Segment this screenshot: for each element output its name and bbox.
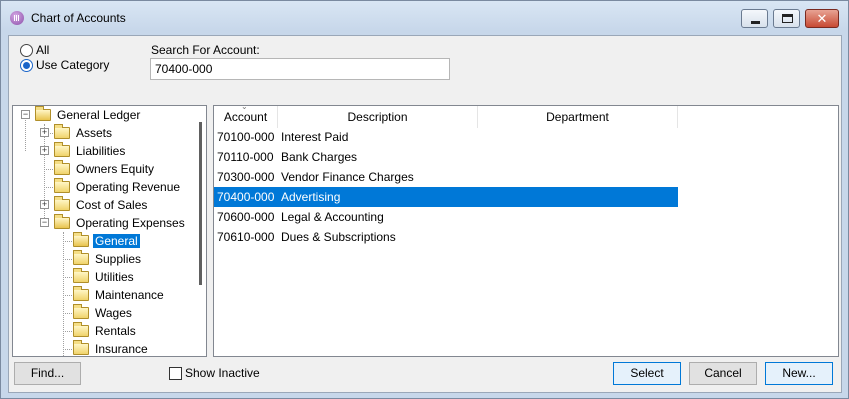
folder-icon bbox=[73, 304, 89, 319]
column-header-account[interactable]: ⌄ Account bbox=[214, 106, 278, 128]
cell-description: Dues & Subscriptions bbox=[281, 230, 396, 244]
tree-item-utilities[interactable]: Utilities bbox=[73, 268, 136, 286]
show-inactive-box[interactable] bbox=[169, 366, 182, 380]
tree-item-label: Operating Revenue bbox=[76, 180, 181, 194]
cell-account: 70300-000 bbox=[217, 170, 275, 184]
tree-item-supplies[interactable]: Supplies bbox=[73, 250, 143, 268]
show-inactive-checkbox[interactable]: Show Inactive bbox=[169, 366, 260, 380]
cancel-button[interactable]: Cancel bbox=[689, 362, 757, 385]
new-button[interactable]: New... bbox=[765, 362, 833, 385]
collapse-operating-expenses-icon[interactable]: − bbox=[40, 218, 49, 227]
tree-item-general[interactable]: General bbox=[73, 232, 140, 250]
window-title: Chart of Accounts bbox=[31, 11, 126, 25]
folder-icon bbox=[54, 196, 70, 211]
tree-item-operating-revenue[interactable]: Operating Revenue bbox=[54, 178, 182, 196]
maximize-button[interactable] bbox=[773, 9, 800, 28]
tree-item-assets[interactable]: Assets bbox=[54, 124, 114, 142]
find-button[interactable]: Find... bbox=[14, 362, 81, 385]
tree-item-insurance[interactable]: Insurance bbox=[73, 340, 150, 356]
app-icon bbox=[10, 11, 24, 25]
cell-description: Vendor Finance Charges bbox=[281, 170, 414, 184]
radio-use-category[interactable]: Use Category bbox=[20, 57, 109, 73]
tree-item-label: Maintenance bbox=[95, 288, 164, 302]
folder-icon bbox=[73, 322, 89, 337]
radio-use-category-label: Use Category bbox=[36, 58, 110, 72]
tree-item-label: Wages bbox=[95, 306, 132, 320]
cell-account: 70110-000 bbox=[217, 150, 274, 164]
table-row[interactable]: 70100-000 Interest Paid bbox=[214, 127, 678, 147]
tree-item-label: Insurance bbox=[95, 342, 148, 356]
folder-icon bbox=[73, 286, 89, 301]
radio-all[interactable]: All bbox=[20, 42, 49, 58]
folder-icon bbox=[73, 268, 89, 283]
minimize-icon bbox=[751, 21, 760, 24]
cell-description: Legal & Accounting bbox=[281, 210, 384, 224]
category-tree[interactable]: − General Ledger + Assets + Liabilities … bbox=[12, 105, 207, 357]
minimize-button[interactable] bbox=[741, 9, 768, 28]
tree-item-label: General bbox=[93, 234, 140, 248]
tree-item-general-ledger[interactable]: General Ledger bbox=[35, 106, 142, 124]
cell-account: 70100-000 bbox=[217, 130, 275, 144]
folder-icon bbox=[54, 124, 70, 139]
collapse-general-ledger-icon[interactable]: − bbox=[21, 110, 30, 119]
expand-liabilities-icon[interactable]: + bbox=[40, 146, 49, 155]
tree-item-label: Assets bbox=[76, 126, 113, 140]
cell-account: 70610-000 bbox=[217, 230, 275, 244]
table-row-selected[interactable]: 70400-000 Advertising bbox=[214, 187, 678, 207]
radio-use-category-circle[interactable] bbox=[20, 58, 33, 72]
column-header-description[interactable]: Description bbox=[278, 106, 478, 128]
column-header-department[interactable]: Department bbox=[478, 106, 678, 128]
tree-item-label: Owners Equity bbox=[76, 162, 155, 176]
tree-item-label: General Ledger bbox=[57, 108, 141, 122]
tree-item-label: Utilities bbox=[95, 270, 134, 284]
table-row[interactable]: 70110-000 Bank Charges bbox=[214, 147, 678, 167]
table-row[interactable]: 70610-000 Dues & Subscriptions bbox=[214, 227, 678, 247]
maximize-icon bbox=[782, 14, 793, 23]
chart-of-accounts-window: Chart of Accounts ✕ All Use Category Sea… bbox=[0, 0, 849, 399]
folder-icon bbox=[54, 160, 70, 175]
select-button[interactable]: Select bbox=[613, 362, 681, 385]
tree-item-label: Supplies bbox=[95, 252, 142, 266]
folder-icon bbox=[73, 232, 89, 247]
expand-cost-of-sales-icon[interactable]: + bbox=[40, 200, 49, 209]
dialog-body: All Use Category Search For Account: − G… bbox=[8, 35, 842, 393]
title-bar[interactable]: Chart of Accounts ✕ bbox=[1, 1, 848, 35]
grid-header: ⌄ Account Description Department bbox=[214, 106, 678, 128]
close-icon: ✕ bbox=[816, 11, 828, 26]
expand-assets-icon[interactable]: + bbox=[40, 128, 49, 137]
tree-item-label: Liabilities bbox=[76, 144, 126, 158]
tree-item-maintenance[interactable]: Maintenance bbox=[73, 286, 166, 304]
tree-item-rentals[interactable]: Rentals bbox=[73, 322, 138, 340]
close-button[interactable]: ✕ bbox=[805, 9, 839, 28]
sort-arrow-icon: ⌄ bbox=[241, 105, 248, 111]
cell-description: Advertising bbox=[281, 190, 341, 204]
tree-item-operating-expenses[interactable]: Operating Expenses bbox=[54, 214, 187, 232]
accounts-grid[interactable]: ⌄ Account Description Department 70100-0… bbox=[213, 105, 839, 357]
folder-icon bbox=[73, 250, 89, 265]
folder-icon bbox=[54, 214, 70, 229]
tree-item-owners-equity[interactable]: Owners Equity bbox=[54, 160, 156, 178]
cell-description: Interest Paid bbox=[281, 130, 349, 144]
tree-item-label: Operating Expenses bbox=[76, 216, 185, 230]
tree-item-label: Cost of Sales bbox=[76, 198, 148, 212]
cell-account: 70600-000 bbox=[217, 210, 275, 224]
cell-account: 70400-000 bbox=[217, 190, 275, 204]
radio-all-label: All bbox=[36, 43, 50, 57]
folder-icon bbox=[35, 106, 51, 121]
folder-icon bbox=[54, 142, 70, 157]
folder-icon bbox=[54, 178, 70, 193]
search-input[interactable] bbox=[150, 58, 450, 80]
table-row[interactable]: 70600-000 Legal & Accounting bbox=[214, 207, 678, 227]
show-inactive-label: Show Inactive bbox=[185, 366, 260, 380]
tree-item-label: Rentals bbox=[95, 324, 136, 338]
table-row[interactable]: 70300-000 Vendor Finance Charges bbox=[214, 167, 678, 187]
cell-description: Bank Charges bbox=[281, 150, 358, 164]
search-label: Search For Account: bbox=[151, 43, 260, 57]
tree-item-wages[interactable]: Wages bbox=[73, 304, 134, 322]
tree-scrollbar-thumb[interactable] bbox=[199, 122, 202, 285]
tree-item-liabilities[interactable]: Liabilities bbox=[54, 142, 127, 160]
tree-item-cost-of-sales[interactable]: Cost of Sales bbox=[54, 196, 149, 214]
radio-all-circle[interactable] bbox=[20, 43, 33, 57]
folder-icon bbox=[73, 340, 89, 355]
